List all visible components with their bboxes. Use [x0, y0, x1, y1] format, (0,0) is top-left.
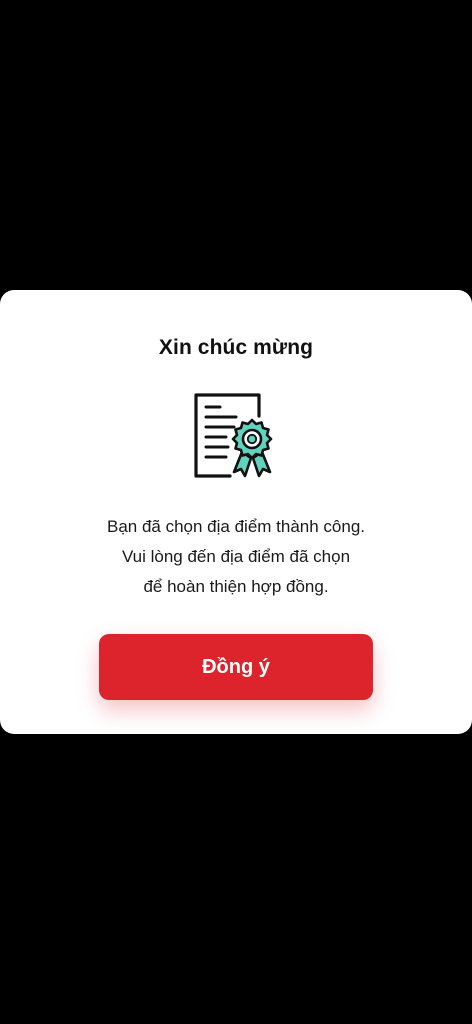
- certificate-icon: [190, 390, 282, 482]
- success-dialog: Xin chúc mừng Bạn đã chọn địa điểm thành…: [0, 290, 472, 734]
- message-line: để hoàn thiện hợp đồng.: [143, 577, 329, 596]
- confirm-button[interactable]: Đồng ý: [99, 634, 373, 700]
- message-line: Vui lòng đến địa điểm đã chọn: [121, 547, 351, 566]
- message-line: Bạn đã chọn địa điểm thành công.: [106, 517, 366, 536]
- dialog-title: Xin chúc mừng: [158, 336, 314, 359]
- dialog-message: Bạn đã chọn địa điểm thành công. Vui lòn…: [0, 512, 472, 602]
